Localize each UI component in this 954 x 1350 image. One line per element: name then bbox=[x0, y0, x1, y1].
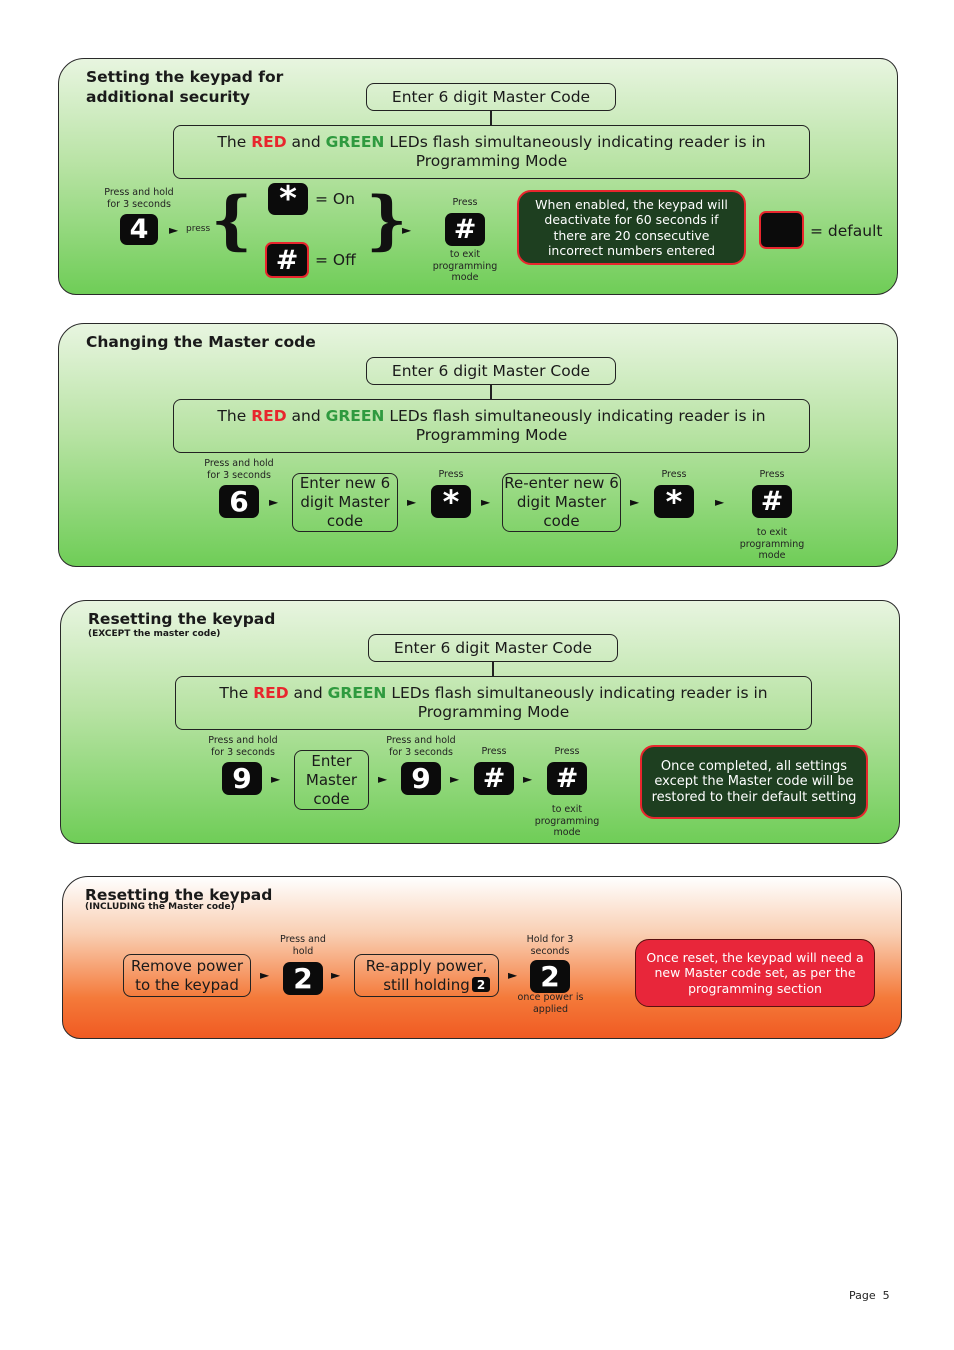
reenter-new-code-box: Re-enter new 6 digit Master code bbox=[502, 473, 621, 532]
page-number: Page 5 bbox=[849, 1289, 890, 1302]
default-indicator bbox=[759, 211, 804, 249]
arrow-icon: ► bbox=[715, 495, 725, 509]
press-hold-label: Press and hold for 3 seconds bbox=[386, 735, 456, 758]
arrow-icon: ► bbox=[481, 495, 491, 509]
page-label: Page bbox=[849, 1289, 876, 1302]
key-9: 9 bbox=[401, 762, 441, 795]
enter-master-code-box: Enter 6 digit Master Code bbox=[368, 634, 618, 662]
programming-line2: Programming Mode bbox=[415, 426, 568, 444]
key-hash-exit: # bbox=[752, 485, 792, 518]
enter-master-code-step: Enter Master code bbox=[294, 750, 369, 810]
panel-additional-security: Setting the keypad for additional securi… bbox=[58, 58, 898, 295]
press-label: Press bbox=[452, 197, 478, 208]
panel-reset-except-master: Resetting the keypad (EXCEPT the master … bbox=[60, 600, 900, 844]
enter-master-code-box: Enter 6 digit Master Code bbox=[366, 83, 616, 111]
exit-label: to exit programming mode bbox=[739, 527, 805, 561]
hold-label: Hold for 3 seconds bbox=[526, 934, 574, 957]
panel-reset-including-master: Resetting the keypad (INCLUDING the Mast… bbox=[62, 876, 902, 1039]
right-brace-icon: } bbox=[366, 183, 408, 258]
off-label: = Off bbox=[315, 251, 356, 269]
section-title: Changing the Master code bbox=[86, 333, 316, 351]
security-note: When enabled, the keypad will deactivate… bbox=[517, 190, 746, 265]
key-star-confirm: * bbox=[654, 483, 694, 521]
arrow-icon: ► bbox=[331, 968, 341, 982]
on-label: = On bbox=[315, 190, 355, 208]
reset-warning-note: Once reset, the keypad will need a new M… bbox=[635, 939, 875, 1007]
press-label: Press bbox=[759, 469, 785, 480]
key-hash-off-default: # bbox=[265, 242, 309, 278]
arrow-icon: ► bbox=[260, 968, 270, 982]
reset-note: Once completed, all settings except the … bbox=[640, 745, 868, 819]
press-label: press bbox=[186, 224, 211, 234]
green-led-label: GREEN bbox=[325, 407, 385, 425]
press-hold-label: Press and hold bbox=[280, 934, 326, 957]
arrow-icon: ► bbox=[508, 968, 518, 982]
arrow-icon: ► bbox=[407, 495, 417, 509]
key-6: 6 bbox=[219, 485, 259, 518]
enter-new-code-box: Enter new 6 digit Master code bbox=[292, 473, 398, 532]
key-2-inline: 2 bbox=[472, 977, 490, 992]
programming-mode-box: The RED and GREEN LEDs flash simultaneou… bbox=[173, 399, 810, 453]
green-led-label: GREEN bbox=[325, 133, 385, 151]
press-label: Press bbox=[554, 746, 580, 757]
exit-label: to exit programming mode bbox=[432, 249, 498, 283]
red-led-label: RED bbox=[251, 133, 287, 151]
power-applied-label: once power is applied bbox=[517, 992, 584, 1015]
arrow-icon: ► bbox=[523, 772, 533, 786]
section-title: Setting the keypad for additional securi… bbox=[86, 67, 283, 107]
press-hold-label: Press and hold for 3 seconds bbox=[204, 458, 274, 481]
red-led-label: RED bbox=[253, 684, 289, 702]
section-subtitle: (INCLUDING the Master code) bbox=[85, 902, 235, 912]
press-label: Press bbox=[481, 746, 507, 757]
press-label: Press bbox=[438, 469, 464, 480]
title-line: Setting the keypad for bbox=[86, 68, 284, 86]
programming-mode-box: The RED and GREEN LEDs flash simultaneou… bbox=[175, 676, 812, 730]
enter-master-text: Enter 6 digit Master Code bbox=[393, 638, 593, 657]
arrow-icon: ► bbox=[169, 223, 179, 237]
red-led-label: RED bbox=[251, 407, 287, 425]
key-hash-exit: # bbox=[547, 762, 587, 795]
page-number-value: 5 bbox=[882, 1289, 890, 1302]
programming-line2: Programming Mode bbox=[415, 152, 568, 170]
key-hash-exit: # bbox=[445, 213, 485, 246]
press-hold-label: Press and hold for 3 seconds bbox=[208, 735, 278, 758]
connector-line bbox=[490, 111, 492, 126]
arrow-icon: ► bbox=[402, 223, 412, 237]
section-subtitle: (EXCEPT the master code) bbox=[88, 629, 221, 639]
key-star-confirm: * bbox=[431, 483, 471, 521]
arrow-icon: ► bbox=[269, 495, 279, 509]
arrow-icon: ► bbox=[378, 772, 388, 786]
connector-line bbox=[490, 385, 492, 400]
remove-power-box: Remove power to the keypad bbox=[123, 954, 251, 997]
title-line: additional security bbox=[86, 88, 250, 106]
arrow-icon: ► bbox=[271, 772, 281, 786]
key-hash: # bbox=[474, 762, 514, 795]
arrow-icon: ► bbox=[630, 495, 640, 509]
green-led-label: GREEN bbox=[327, 684, 387, 702]
programming-line1: The RED and GREEN LEDs flash simultaneou… bbox=[217, 133, 766, 151]
key-4: 4 bbox=[120, 214, 158, 245]
arrow-icon: ► bbox=[450, 772, 460, 786]
exit-label: to exit programming mode bbox=[534, 804, 600, 838]
press-hold-label: Press and hold for 3 seconds bbox=[104, 187, 174, 210]
enter-master-text: Enter 6 digit Master Code bbox=[391, 87, 591, 106]
programming-line2: Programming Mode bbox=[417, 703, 570, 721]
key-2-hold: 2 bbox=[530, 960, 570, 993]
key-star-on: * bbox=[268, 179, 308, 219]
key-2: 2 bbox=[283, 962, 323, 995]
programming-line1: The RED and GREEN LEDs flash simultaneou… bbox=[217, 407, 766, 425]
panel-change-master-code: Changing the Master code Enter 6 digit M… bbox=[58, 323, 898, 567]
section-title: Resetting the keypad bbox=[88, 610, 276, 628]
key-9: 9 bbox=[222, 762, 262, 795]
programming-line1: The RED and GREEN LEDs flash simultaneou… bbox=[219, 684, 768, 702]
enter-master-text: Enter 6 digit Master Code bbox=[391, 361, 591, 380]
left-brace-icon: { bbox=[211, 183, 253, 258]
enter-master-code-box: Enter 6 digit Master Code bbox=[366, 357, 616, 385]
connector-line bbox=[492, 662, 494, 677]
programming-mode-box: The RED and GREEN LEDs flash simultaneou… bbox=[173, 125, 810, 179]
press-label: Press bbox=[661, 469, 687, 480]
default-label: = default bbox=[810, 222, 883, 240]
